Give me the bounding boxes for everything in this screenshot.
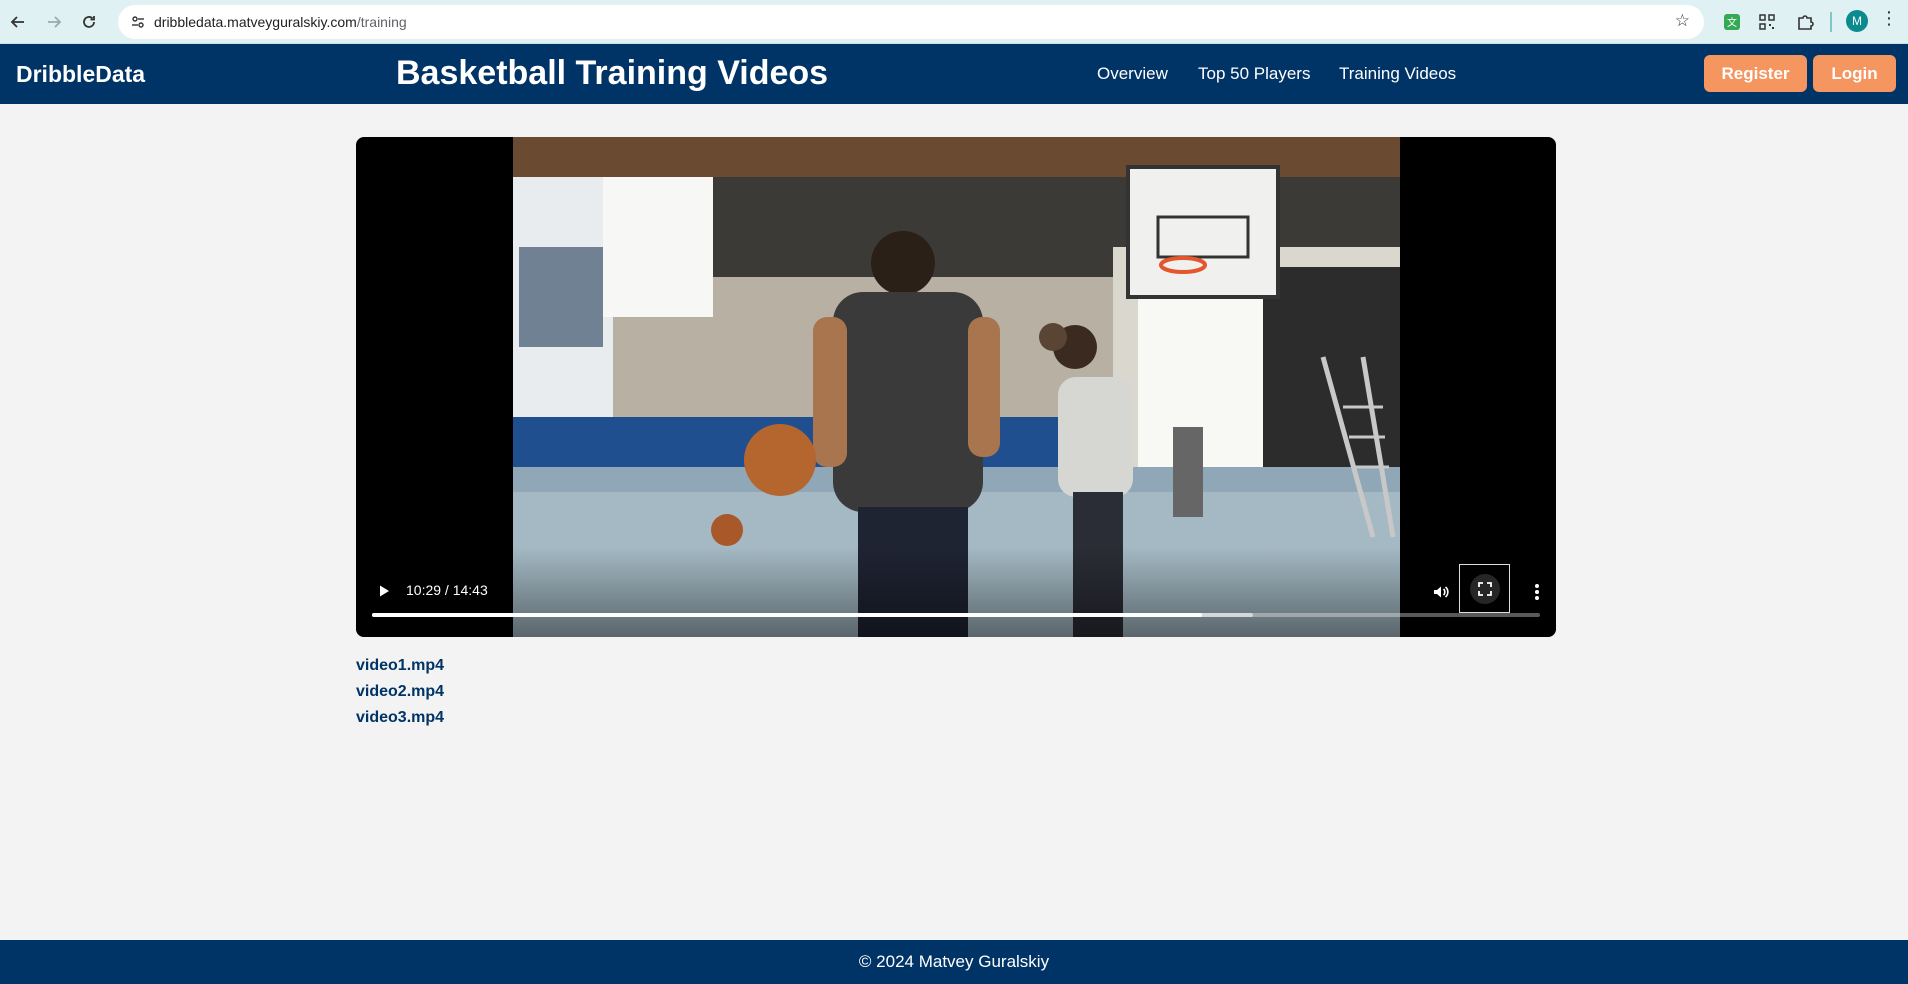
- copyright-text: © 2024 Matvey Guralskiy: [858, 952, 1050, 971]
- nav-overview[interactable]: Overview: [1097, 64, 1168, 84]
- nav-training-videos[interactable]: Training Videos: [1339, 64, 1456, 84]
- translate-extension-icon[interactable]: 文: [1719, 9, 1745, 35]
- back-icon[interactable]: [4, 8, 32, 36]
- address-bar[interactable]: dribbledata.matveyguralskiy.com/training…: [118, 5, 1704, 39]
- reload-icon[interactable]: [75, 8, 103, 36]
- fullscreen-button[interactable]: [1459, 564, 1510, 613]
- forward-icon[interactable]: [40, 8, 68, 36]
- page-title: Basketball Training Videos: [396, 54, 829, 92]
- qr-code-extension-icon[interactable]: [1754, 9, 1780, 35]
- volume-icon[interactable]: [1426, 577, 1456, 607]
- svg-text:文: 文: [1727, 16, 1737, 29]
- fullscreen-icon: [1469, 573, 1500, 604]
- site-footer: © 2024 Matvey Guralskiy: [0, 940, 1908, 984]
- url-path: /training: [356, 14, 407, 30]
- site-info-icon[interactable]: [124, 14, 152, 30]
- toolbar-divider: [1830, 12, 1832, 32]
- extensions-puzzle-icon[interactable]: [1792, 9, 1818, 35]
- register-button[interactable]: Register: [1704, 55, 1807, 92]
- login-button[interactable]: Login: [1813, 55, 1896, 92]
- controls-overlay: [356, 547, 1556, 637]
- site-logo[interactable]: DribbleData: [16, 61, 145, 88]
- bookmark-star-icon[interactable]: ☆: [1675, 11, 1690, 31]
- url-host: dribbledata.matveyguralskiy.com: [154, 14, 357, 30]
- progress-bar[interactable]: [372, 613, 1540, 617]
- video-player[interactable]: 10:29 / 14:43: [356, 137, 1556, 637]
- time-display: 10:29 / 14:43: [406, 582, 488, 598]
- more-options-icon[interactable]: [1522, 577, 1552, 607]
- browser-toolbar: dribbledata.matveyguralskiy.com/training…: [0, 0, 1908, 44]
- play-icon[interactable]: [372, 579, 396, 603]
- browser-menu-icon[interactable]: ⋮: [1880, 8, 1898, 29]
- site-header: DribbleData Basketball Training Videos O…: [0, 44, 1908, 104]
- video-link-2[interactable]: video2.mp4: [356, 682, 444, 708]
- video-link-1[interactable]: video1.mp4: [356, 656, 444, 682]
- profile-avatar[interactable]: M: [1846, 10, 1868, 32]
- video-list: video1.mp4 video2.mp4 video3.mp4: [356, 656, 444, 734]
- url-text: dribbledata.matveyguralskiy.com/training: [154, 14, 407, 30]
- progress-played: [372, 613, 1203, 617]
- video-link-3[interactable]: video3.mp4: [356, 708, 444, 734]
- nav-top-50-players[interactable]: Top 50 Players: [1198, 64, 1310, 84]
